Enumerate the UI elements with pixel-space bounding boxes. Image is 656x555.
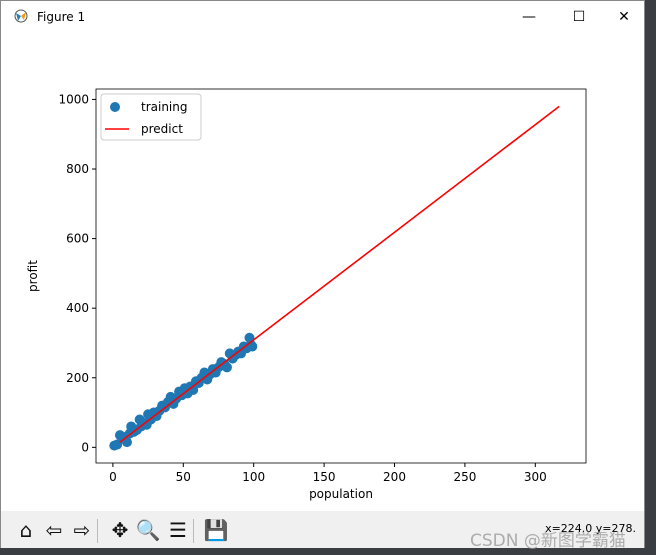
x-tick-label: 300 <box>524 470 547 484</box>
home-icon[interactable]: ⌂ <box>13 517 39 543</box>
x-axis-label: population <box>309 487 373 501</box>
y-tick-label: 600 <box>66 232 89 246</box>
save-icon[interactable]: 💾 <box>203 517 229 543</box>
x-tick-label: 50 <box>176 470 191 484</box>
forward-icon[interactable]: ⇨ <box>69 517 95 543</box>
y-tick-label: 800 <box>66 162 89 176</box>
watermark: CSDN @新图学霸猫 <box>470 531 626 551</box>
y-axis-label: profit <box>26 260 40 292</box>
x-tick-label: 0 <box>109 470 117 484</box>
title-bar: Figure 1 — ☐ ✕ <box>1 1 644 33</box>
plot-canvas: 0 50 100 150 200 250 300 0 200 400 600 800 1000 popul… <box>26 88 587 501</box>
x-tick-label: 100 <box>242 470 265 484</box>
legend-predict-label: predict <box>141 122 183 136</box>
pan-icon[interactable]: ✥ <box>107 517 133 543</box>
window-title: Figure 1 <box>37 10 86 24</box>
maximize-button[interactable]: ☐ <box>559 5 599 29</box>
toolbar-separator <box>97 519 98 543</box>
legend-training-marker <box>110 102 120 112</box>
y-tick-label: 0 <box>81 440 89 454</box>
y-tick-label: 1000 <box>58 92 89 106</box>
back-icon[interactable]: ⇦ <box>41 517 67 543</box>
legend-training-label: training <box>141 100 188 114</box>
zoom-icon[interactable]: 🔍 <box>135 517 161 543</box>
x-tick-label: 200 <box>383 470 406 484</box>
figure-window: Figure 1 — ☐ ✕ 0 50 100 150 200 250 300 0 200 400… <box>0 0 645 548</box>
minimize-button[interactable]: — <box>509 5 549 29</box>
close-button[interactable]: ✕ <box>604 5 644 29</box>
matplotlib-icon <box>14 9 28 23</box>
toolbar-separator <box>193 519 194 543</box>
configure-subplots-icon[interactable]: ☰ <box>165 517 191 543</box>
x-tick-label: 250 <box>453 470 476 484</box>
x-tick-label: 150 <box>313 470 336 484</box>
y-tick-label: 400 <box>66 301 89 315</box>
y-tick-label: 200 <box>66 371 89 385</box>
